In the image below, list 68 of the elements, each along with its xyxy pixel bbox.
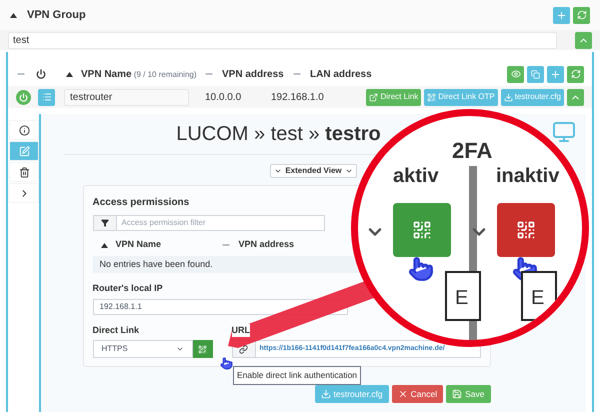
add-button[interactable] [553,6,570,24]
add-icon [550,68,561,80]
collapse-button[interactable] [567,88,584,106]
enable-toggle[interactable] [16,90,31,104]
group-name-field[interactable]: test [8,32,557,48]
details-button[interactable] [38,88,55,106]
qr-code-icon [427,92,436,102]
filter-icon [100,219,108,227]
field-label: Direct Link [92,324,140,336]
add-icon [556,10,567,20]
tooltip: Enable direct link authentication [233,366,362,385]
refresh-button[interactable] [567,66,584,82]
sort-caret-icon [100,242,108,248]
trash-icon [18,166,30,178]
state-label: aktiv [393,164,439,189]
save-icon [452,389,462,399]
view-button[interactable] [507,66,524,82]
field-label: Router's local IP [92,282,164,295]
group-title: VPN Group [27,8,86,23]
qr-code-icon [412,220,432,240]
sort-caret-icon [66,72,73,76]
qr-code-icon [198,344,207,354]
chevron-down-icon [344,167,353,175]
chevron-down-icon [274,167,282,175]
external-link-icon [369,92,378,102]
close-icon [398,389,408,399]
eye-icon [510,69,520,79]
column-header[interactable]: VPN Name [116,238,162,252]
power-icon [36,69,46,79]
qr-code-icon [516,220,536,240]
refresh-button[interactable] [573,6,590,24]
tooltip-fragment: E [521,271,557,321]
column-header[interactable]: LAN address [310,66,372,82]
lan-address: 192.168.1.0 [271,90,324,104]
tooltip-fragment: E [445,271,481,321]
form-button[interactable]: Cancel [392,385,444,403]
side-tab[interactable] [9,162,39,182]
side-tab[interactable] [9,120,39,140]
vpn-name-field[interactable]: testrouter [64,88,189,106]
refresh-icon [570,69,580,79]
power-icon [19,92,28,102]
link-icon [239,344,248,354]
hand-cursor-icon [220,357,233,370]
direct-link-auth-button[interactable] [192,340,212,358]
refresh-icon [576,10,586,20]
download-icon [504,92,513,102]
copy-icon [531,70,540,78]
hand-cursor-icon [408,256,434,282]
info-icon [18,124,30,136]
column-header[interactable]: VPN address [238,238,294,252]
column-header[interactable]: VPN address [222,66,284,82]
column-header[interactable]: VPN Name (9 / 10 remaining) [81,66,197,82]
view-select[interactable]: Extended View [270,164,357,178]
chevron-down-icon [176,345,184,353]
sort-caret-icon [10,12,17,18]
state-label: inaktiv [496,164,560,189]
vpn-address: 10.0.0.0 [205,90,242,104]
section-title: Access permissions [92,196,190,210]
field-label: URL [232,324,250,337]
download-icon [320,389,331,399]
monitor-icon [552,120,576,144]
protocol-select[interactable]: HTTPS [92,340,192,358]
add-button[interactable] [547,66,564,82]
page-title: LUCOM » test » testro [176,122,381,147]
callout-title: 2FA [452,137,492,165]
collapse-button[interactable] [575,32,592,48]
edit-icon [18,146,30,156]
copy-button[interactable] [527,66,544,82]
